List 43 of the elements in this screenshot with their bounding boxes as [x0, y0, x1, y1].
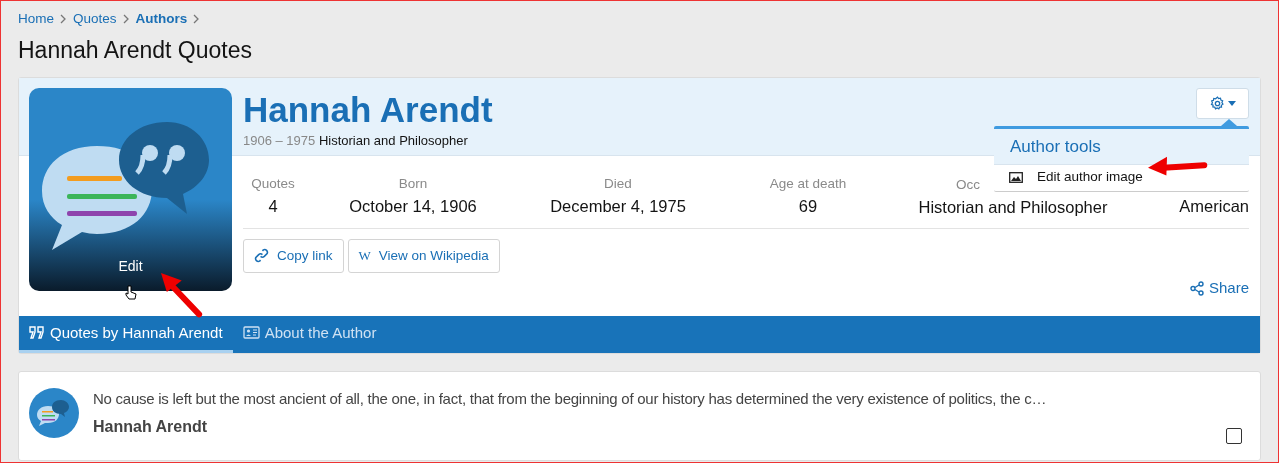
- stat-value: American: [1178, 196, 1249, 218]
- link-icon: [254, 248, 269, 264]
- stat-label: Died: [603, 174, 633, 193]
- share-icon: [1189, 281, 1204, 297]
- quote-text: No cause is left but the most ancient of all, the one, in fact, that from the beginning of our history has determined the very existence of politics, the c…: [93, 388, 1047, 409]
- chevron-icon: [122, 14, 130, 25]
- stat-label: Born: [397, 174, 429, 193]
- menu-title: Author tools: [994, 128, 1249, 166]
- page-title: Hannah Arendt Quotes: [18, 37, 253, 65]
- settings-dropdown-button[interactable]: [1196, 87, 1249, 119]
- copy-link-button[interactable]: Copy link: [243, 238, 344, 274]
- stat-label: Quotes: [250, 174, 296, 193]
- pointer-cursor-icon: [125, 285, 137, 300]
- breadcrumb-link[interactable]: Authors: [135, 9, 188, 30]
- stat-value: 4: [267, 196, 279, 218]
- stat-value: Historian and Philosopher: [917, 197, 1109, 219]
- quote-icon: [29, 326, 45, 340]
- share-link[interactable]: Share: [1189, 277, 1249, 300]
- wikipedia-button[interactable]: W View on Wikipedia: [347, 238, 500, 274]
- chevron-icon: [193, 14, 201, 25]
- breadcrumb-link[interactable]: Quotes: [73, 9, 117, 30]
- chevron-icon: [60, 14, 67, 25]
- checkbox[interactable]: [1226, 427, 1242, 444]
- stat-value: December 4, 1975: [549, 196, 687, 218]
- author-image[interactable]: Edit: [29, 87, 232, 291]
- stat-label: Occ: [956, 175, 980, 194]
- settings-icon: [1209, 95, 1225, 111]
- edit-caption[interactable]: Edit: [110, 255, 151, 277]
- wikipedia-icon: W: [358, 246, 371, 266]
- quote-avatar-icon: [29, 387, 79, 438]
- stat-label: Age at death: [768, 174, 848, 193]
- caret-icon: [1227, 100, 1236, 106]
- tab[interactable]: About the Author: [232, 315, 387, 353]
- stat-value: 69: [797, 196, 819, 218]
- tab[interactable]: Quotes by Hannah Arendt: [19, 315, 233, 353]
- image-icon: [1009, 171, 1023, 183]
- menu-item[interactable]: Edit author image: [994, 165, 1249, 191]
- id-card-icon: [242, 326, 260, 340]
- quote-author[interactable]: Hannah Arendt: [93, 415, 1047, 440]
- author-meta: 1906 – 1975 Historian and Philosopher: [243, 131, 469, 150]
- breadcrumb-link[interactable]: Home: [18, 9, 54, 30]
- author-name: Hannah Arendt: [243, 91, 493, 127]
- stat-value: October 14, 1906: [348, 196, 478, 218]
